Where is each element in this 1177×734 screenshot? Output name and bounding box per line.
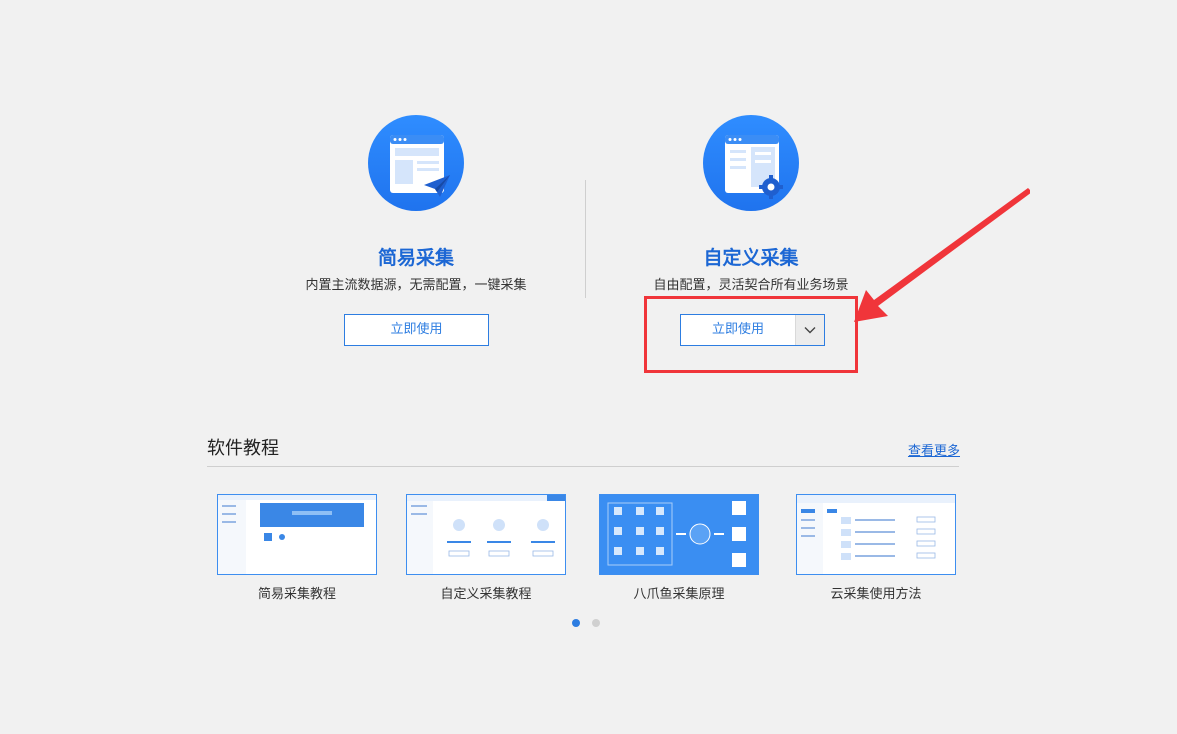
tutorial-card-simple[interactable]: 简易采集教程 xyxy=(217,494,377,602)
tutorial-label: 自定义采集教程 xyxy=(440,587,532,602)
tutorial-thumbnail xyxy=(796,494,956,575)
annotation-arrow-icon xyxy=(854,188,1030,322)
browser-gear-icon xyxy=(703,115,799,211)
tutorial-thumbnail xyxy=(599,494,759,575)
carousel-pagination xyxy=(572,619,600,627)
tutorial-card-cloud[interactable]: 云采集使用方法 xyxy=(796,494,956,602)
simple-mode-description: 内置主流数据源，无需配置，一键采集 xyxy=(305,278,527,293)
see-more-link[interactable]: 查看更多 xyxy=(908,440,960,459)
tutorial-label: 八爪鱼采集原理 xyxy=(633,587,725,602)
simple-mode-title: 简易采集 xyxy=(377,247,454,269)
tutorials-divider xyxy=(207,466,959,467)
browser-paper-plane-icon xyxy=(368,115,464,211)
tutorials-title: 软件教程 xyxy=(207,438,279,459)
carousel-dot-2[interactable] xyxy=(592,619,600,627)
tutorial-thumbnail xyxy=(217,494,377,575)
simple-use-now-button[interactable]: 立即使用 xyxy=(344,314,489,346)
carousel-dot-1[interactable] xyxy=(572,619,580,627)
simple-mode-card: 简易采集 内置主流数据源，无需配置，一键采集 xyxy=(256,115,576,295)
tutorial-label: 简易采集教程 xyxy=(257,587,336,602)
tutorial-card-custom[interactable]: 自定义采集教程 xyxy=(406,494,566,602)
tutorial-thumbnail xyxy=(406,494,566,575)
annotation-highlight-box xyxy=(644,296,858,373)
tutorial-label: 云采集使用方法 xyxy=(830,587,922,602)
tutorial-card-principle[interactable]: 八爪鱼采集原理 xyxy=(599,494,759,602)
mode-divider xyxy=(585,180,586,298)
